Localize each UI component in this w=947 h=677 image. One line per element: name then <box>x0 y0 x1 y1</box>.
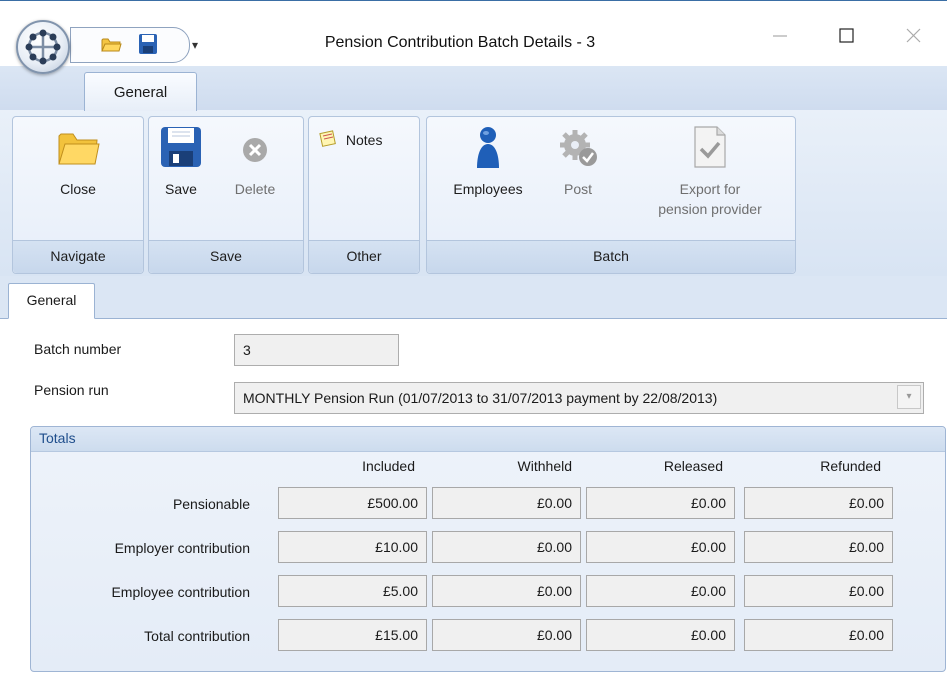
row-label-employer-contribution: Employer contribution <box>114 540 250 556</box>
chevron-down-icon[interactable]: ▾ <box>897 385 921 409</box>
total-contribution-released[interactable]: £0.00 <box>586 619 735 651</box>
employee-contribution-withheld[interactable]: £0.00 <box>432 575 581 607</box>
employee-contribution-included[interactable]: £5.00 <box>278 575 427 607</box>
pension-run-value: MONTHLY Pension Run (01/07/2013 to 31/07… <box>234 382 924 414</box>
row-label-employee-contribution: Employee contribution <box>111 584 250 600</box>
save-label: Save <box>165 181 197 197</box>
delete-label: Delete <box>234 181 276 197</box>
post-label: Post <box>563 181 592 197</box>
employee-contribution-refunded[interactable]: £0.00 <box>744 575 893 607</box>
qat-save-icon[interactable] <box>138 33 158 58</box>
export-label: Export for pension provider <box>630 179 790 219</box>
notes-icon <box>318 128 338 151</box>
pensionable-included[interactable]: £500.00 <box>278 487 427 519</box>
quick-access-toolbar <box>70 27 190 63</box>
total-contribution-withheld[interactable]: £0.00 <box>432 619 581 651</box>
pensionable-withheld[interactable]: £0.00 <box>432 487 581 519</box>
group-caption-other: Other <box>309 240 419 273</box>
employee-contribution-released[interactable]: £0.00 <box>586 575 735 607</box>
post-icon <box>555 130 601 173</box>
notes-button[interactable]: Notes <box>318 128 410 151</box>
minimize-button[interactable] <box>762 24 798 48</box>
col-header-withheld: Withheld <box>517 458 572 474</box>
export-for-pension-provider-button[interactable]: Export for pension provider <box>630 124 790 219</box>
delete-icon <box>232 138 278 173</box>
pensionable-released[interactable]: £0.00 <box>586 487 735 519</box>
ribbon-tab-general[interactable]: General <box>84 72 197 111</box>
employer-contribution-included[interactable]: £10.00 <box>278 531 427 563</box>
window-title: Pension Contribution Batch Details - 3 <box>324 34 596 51</box>
maximize-button[interactable] <box>828 24 864 48</box>
employer-contribution-refunded[interactable]: £0.00 <box>744 531 893 563</box>
col-header-included: Included <box>362 458 415 474</box>
group-caption-navigate: Navigate <box>13 240 143 273</box>
pension-run-label: Pension run <box>34 382 109 398</box>
group-caption-batch: Batch <box>427 240 795 273</box>
form-tab-bar <box>0 276 947 319</box>
qat-folder-icon[interactable] <box>100 34 122 57</box>
close-button[interactable]: Close <box>38 124 118 199</box>
delete-button[interactable]: Delete <box>222 124 288 199</box>
total-contribution-included[interactable]: £15.00 <box>278 619 427 651</box>
folder-icon <box>55 133 101 173</box>
close-window-button[interactable] <box>895 24 931 48</box>
export-icon <box>687 126 733 173</box>
notes-label: Notes <box>345 131 383 148</box>
app-orb-icon[interactable] <box>16 20 70 74</box>
close-label: Close <box>60 181 96 197</box>
export-label-line2: pension provider <box>658 201 762 217</box>
row-label-pensionable: Pensionable <box>172 496 250 512</box>
totals-header: Totals <box>31 427 945 452</box>
employees-icon <box>465 127 511 173</box>
pension-run-select[interactable]: MONTHLY Pension Run (01/07/2013 to 31/07… <box>234 382 924 414</box>
employer-contribution-withheld[interactable]: £0.00 <box>432 531 581 563</box>
batch-number-field[interactable]: 3 <box>234 334 399 366</box>
save-button[interactable]: Save <box>156 124 206 199</box>
col-header-refunded: Refunded <box>820 458 881 474</box>
qat-customize-dropdown[interactable]: ▾ <box>192 38 198 52</box>
pensionable-refunded[interactable]: £0.00 <box>744 487 893 519</box>
group-caption-save: Save <box>149 240 303 273</box>
save-icon <box>158 127 204 173</box>
row-label-total-contribution: Total contribution <box>144 628 250 644</box>
total-contribution-refunded[interactable]: £0.00 <box>744 619 893 651</box>
totals-title: Totals <box>39 430 76 446</box>
export-label-line1: Export for <box>679 181 741 197</box>
post-button[interactable]: Post <box>548 124 608 199</box>
employees-label: Employees <box>453 181 523 197</box>
batch-number-label: Batch number <box>34 341 122 357</box>
col-header-released: Released <box>663 458 723 474</box>
employees-button[interactable]: Employees <box>438 124 538 199</box>
tab-general[interactable]: General <box>8 283 95 319</box>
employer-contribution-released[interactable]: £0.00 <box>586 531 735 563</box>
